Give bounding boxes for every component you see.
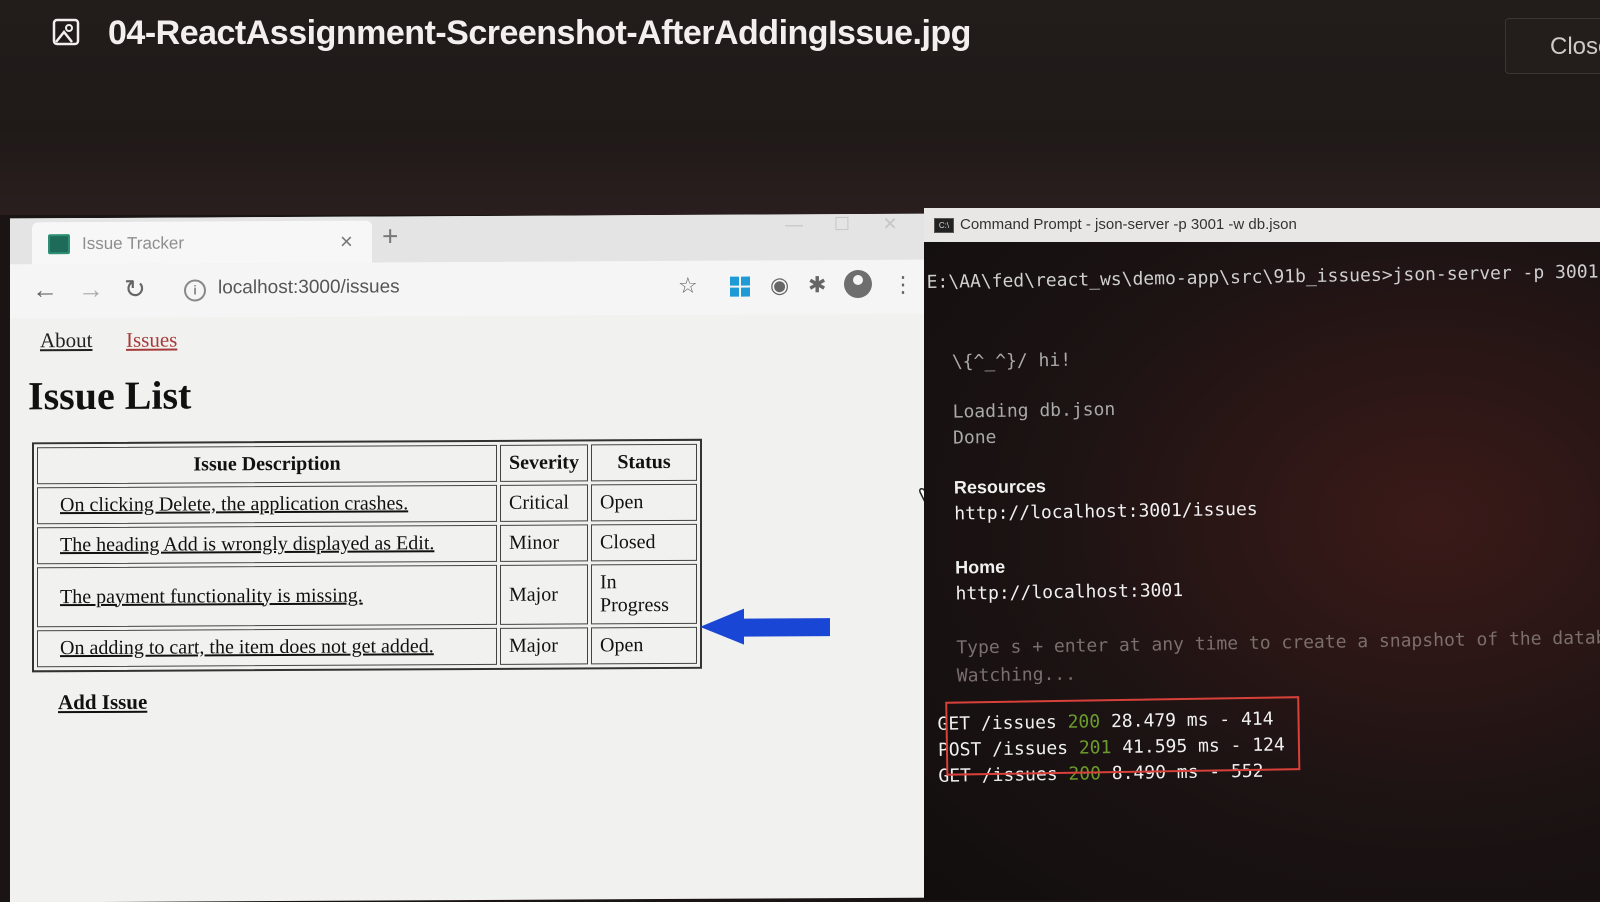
profile-avatar-icon[interactable] (844, 269, 872, 299)
issue-tracker-page: About Issues Issue List Issue Descriptio… (10, 314, 940, 902)
back-arrow-icon[interactable]: ← (32, 274, 58, 305)
photo-viewer-header: 04-ReactAssignment-Screenshot-AfterAddin… (0, 0, 1600, 215)
window-controls: — ☐ ✕ (770, 214, 914, 236)
annotation-arrow-icon (700, 608, 830, 645)
command-prompt-window: C:\ Command Prompt - json-server -p 3001… (924, 208, 1600, 900)
url-text[interactable]: localhost:3000/issues (218, 276, 400, 299)
extension-circle-icon[interactable]: ◉ (770, 272, 789, 298)
react-favicon-icon (48, 234, 70, 255)
home-label: Home (954, 556, 1006, 578)
table-row: On clicking Delete, the application cras… (37, 483, 697, 525)
header-description: Issue Description (37, 444, 497, 485)
watching-line: Watching... (956, 663, 1077, 687)
issue-description-link[interactable]: The heading Add is wrongly displayed as … (37, 524, 497, 565)
header-severity: Severity (500, 444, 588, 482)
viewer-file-name: 04-ReactAssignment-Screenshot-AfterAddin… (108, 14, 971, 52)
table-header-row: Issue Description Severity Status (37, 443, 697, 485)
tab-strip: Issue Tracker × + — ☐ ✕ (10, 213, 940, 265)
new-tab-button[interactable]: + (382, 220, 398, 252)
cmd-prompt-line: E:\AA\fed\react_ws\demo-app\src\91b_issu… (926, 261, 1599, 293)
log-highlight-box (945, 696, 1301, 776)
bookmark-star-icon[interactable]: ☆ (678, 273, 698, 299)
cmd-output: E:\AA\fed\react_ws\demo-app\src\91b_issu… (924, 231, 1600, 900)
issue-severity: Major (500, 627, 588, 665)
nav-link-about[interactable]: About (40, 328, 93, 353)
issue-severity: Major (500, 564, 588, 625)
table-row: The heading Add is wrongly displayed as … (37, 523, 697, 565)
browser-window: Issue Tracker × + — ☐ ✕ ← → ↻ i localhost:… (10, 213, 940, 902)
reload-icon[interactable]: ↻ (124, 274, 146, 305)
issue-description-link[interactable]: On adding to cart, the item does not get… (37, 627, 497, 668)
image-file-icon (52, 18, 80, 46)
viewer-close-button[interactable]: Close (1505, 18, 1600, 74)
snapshot-hint: Type s + enter at any time to create a s… (956, 627, 1600, 659)
add-issue-link[interactable]: Add Issue (58, 690, 147, 715)
table-row: On adding to cart, the item does not get… (37, 626, 697, 668)
cmd-loading-line: Loading db.json (952, 399, 1116, 423)
minimize-button[interactable]: — (770, 214, 818, 235)
browser-toolbar: ← → ↻ i localhost:3000/issues ☆ ◉ ✱ ⋮ (10, 259, 940, 319)
issue-status: Open (591, 626, 697, 665)
cmd-hi-line: \{^_^}/ hi! (951, 349, 1072, 373)
tab-title: Issue Tracker (82, 233, 185, 254)
tab-close-icon[interactable]: × (340, 229, 353, 255)
puzzle-extensions-icon[interactable]: ✱ (808, 272, 826, 298)
issue-severity: Minor (500, 524, 588, 562)
issue-status: In Progress (591, 563, 697, 625)
window-close-button[interactable]: ✕ (866, 214, 914, 235)
cmd-app-icon: C:\ (934, 218, 954, 233)
issue-severity: Critical (500, 484, 588, 522)
resources-url: http://localhost:3001/issues (954, 498, 1258, 525)
issue-description-link[interactable]: On clicking Delete, the application cras… (37, 484, 497, 525)
issue-status: Closed (591, 523, 697, 562)
page-title: Issue List (28, 372, 192, 419)
site-info-icon[interactable]: i (184, 279, 206, 302)
forward-arrow-icon[interactable]: → (78, 274, 104, 305)
windows-extension-icon[interactable] (730, 276, 750, 297)
issue-description-link[interactable]: The payment functionality is missing. (37, 564, 497, 628)
issue-table: Issue Description Severity Status On cli… (32, 438, 702, 673)
issue-status: Open (591, 483, 697, 522)
tab-issue-tracker[interactable]: Issue Tracker × (32, 220, 372, 265)
resources-label: Resources (953, 476, 1047, 498)
browser-menu-icon[interactable]: ⋮ (892, 272, 914, 298)
cmd-done-line: Done (952, 426, 997, 449)
nav-link-issues[interactable]: Issues (126, 328, 177, 353)
cmd-title: Command Prompt - json-server -p 3001 -w … (960, 216, 1297, 233)
address-bar[interactable]: i localhost:3000/issues (178, 269, 668, 310)
maximize-button[interactable]: ☐ (818, 214, 866, 235)
header-status: Status (591, 443, 697, 482)
table-row: The payment functionality is missing. Ma… (37, 563, 697, 628)
home-url: http://localhost:3001 (955, 579, 1184, 605)
